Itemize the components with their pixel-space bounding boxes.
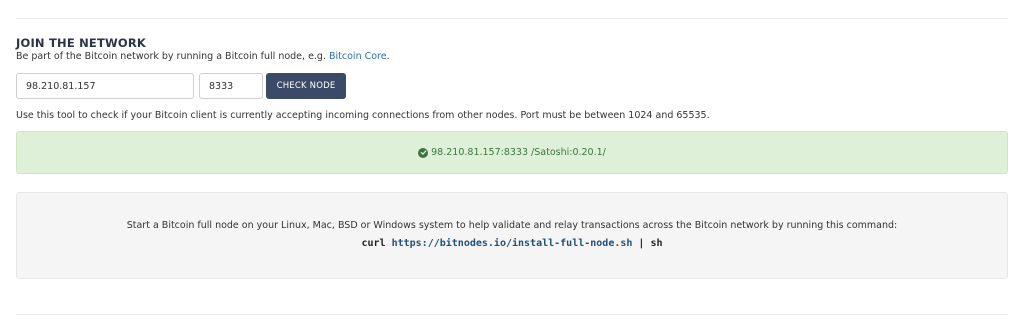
command-url: https://bitnodes.io/install-full-node.sh	[391, 238, 633, 249]
ip-address-input[interactable]	[16, 73, 194, 99]
help-text: Use this tool to check if your Bitcoin c…	[16, 110, 710, 121]
top-divider	[16, 18, 1008, 19]
section-title: JOIN THE NETWORK	[16, 36, 147, 50]
check-circle-icon	[418, 147, 429, 158]
command-prefix: curl	[361, 238, 392, 249]
bottom-divider	[16, 314, 1008, 315]
check-node-button[interactable]: CHECK NODE	[266, 73, 346, 99]
port-input[interactable]	[199, 73, 263, 99]
result-alert: 98.210.81.157:8333 /Satoshi:0.20.1/	[16, 131, 1008, 174]
subtitle-end: .	[386, 51, 390, 62]
install-description: Start a Bitcoin full node on your Linux,…	[126, 220, 898, 231]
install-panel: Start a Bitcoin full node on your Linux,…	[16, 192, 1008, 279]
bitcoin-core-link[interactable]: Bitcoin Core	[329, 51, 387, 62]
result-text: 98.210.81.157:8333 /Satoshi:0.20.1/	[431, 147, 606, 158]
subtitle-text: Be part of the Bitcoin network by runnin…	[16, 51, 330, 62]
command-suffix: | sh	[632, 238, 663, 249]
section-subtitle: Be part of the Bitcoin network by runnin…	[16, 51, 390, 62]
install-command: curl https://bitnodes.io/install-full-no…	[17, 238, 1007, 249]
